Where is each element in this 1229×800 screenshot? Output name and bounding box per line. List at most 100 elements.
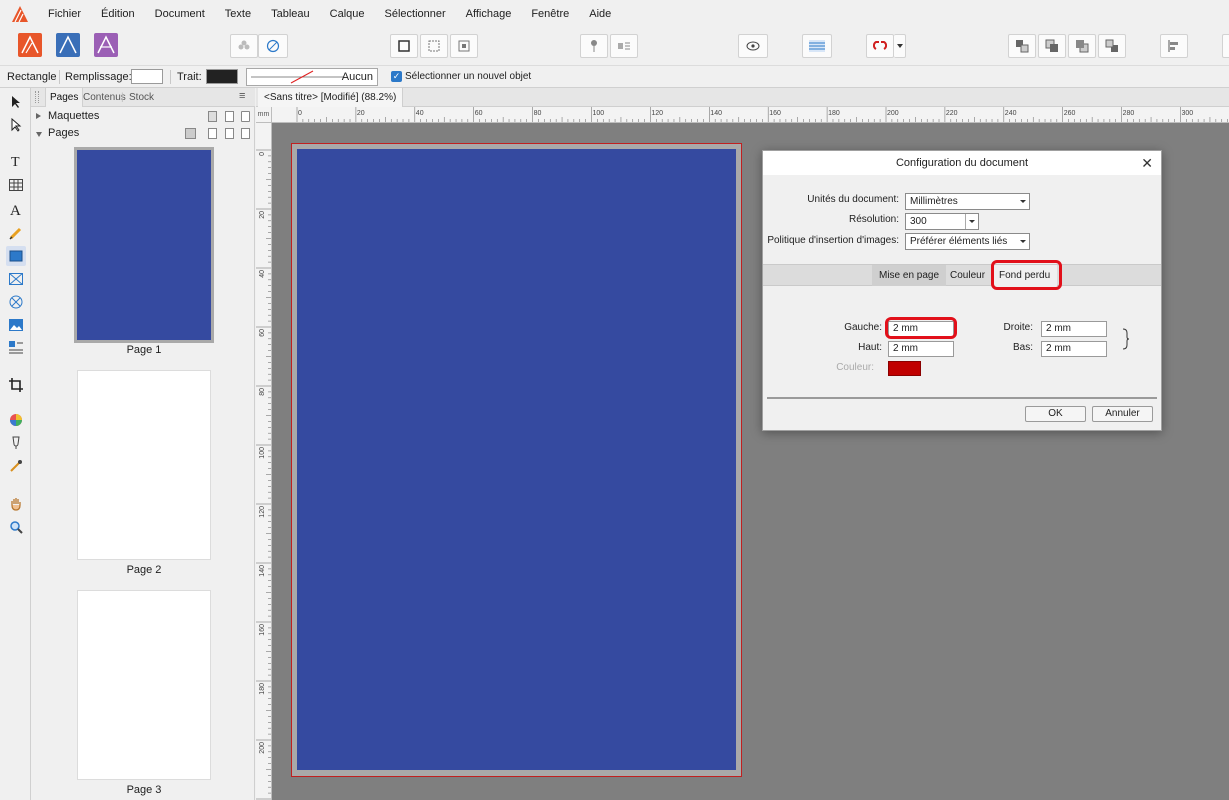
ruler-unit-label[interactable]: mm: [256, 107, 272, 123]
page-thumbnail-2[interactable]: Page 2: [77, 370, 211, 576]
view-mode-clip-icon[interactable]: [450, 34, 478, 58]
bleed-bottom-input[interactable]: 2 mm: [1041, 341, 1107, 357]
menu-document[interactable]: Document: [145, 0, 215, 28]
menu-texte[interactable]: Texte: [215, 0, 261, 28]
align-left-icon[interactable]: [1160, 34, 1188, 58]
menu-fichier[interactable]: Fichier: [38, 0, 91, 28]
panel-grip-icon[interactable]: [35, 91, 39, 103]
fill-swatch[interactable]: [131, 69, 163, 84]
select-new-object-checkbox[interactable]: ✓: [391, 71, 402, 82]
transparency-tool-icon[interactable]: [6, 433, 26, 453]
picture-frame-ellipse-icon[interactable]: [6, 292, 26, 312]
cancel-button[interactable]: Annuler: [1092, 406, 1153, 422]
pinning-tool-icon[interactable]: [6, 338, 26, 358]
bleed-color-swatch[interactable]: [888, 361, 921, 376]
menu-edition[interactable]: Édition: [91, 0, 145, 28]
hand-view-tool-icon[interactable]: [6, 494, 26, 514]
close-icon[interactable]: ✕: [1141, 151, 1153, 175]
picture-frame-rectangle-icon[interactable]: [6, 269, 26, 289]
stroke-swatch[interactable]: [206, 69, 238, 84]
duplicate-master-icon[interactable]: [225, 111, 234, 122]
text-wrap-icon[interactable]: [610, 34, 638, 58]
units-label: Unités du document:: [807, 194, 899, 205]
menu-calque[interactable]: Calque: [320, 0, 375, 28]
image-policy-dropdown[interactable]: Préférer éléments liés: [905, 233, 1030, 250]
page-blue-rectangle[interactable]: [297, 149, 736, 770]
view-mode-bleed-icon[interactable]: [420, 34, 448, 58]
menu-selectionner[interactable]: Sélectionner: [375, 0, 456, 28]
snapping-dropdown-chevron-down-icon[interactable]: [894, 34, 906, 58]
page-thumbnail-label: Page 1: [126, 344, 162, 356]
collapse-triangle-icon[interactable]: [36, 132, 42, 137]
vertical-ruler[interactable]: 020406080100120140160180200220: [256, 123, 272, 800]
node-tool-arrow-icon[interactable]: [6, 115, 26, 135]
expand-triangle-icon[interactable]: [36, 113, 41, 119]
menu-tableau[interactable]: Tableau: [261, 0, 320, 28]
delete-page-trash-icon[interactable]: [241, 128, 250, 139]
affinity-publisher-logo[interactable]: [12, 6, 28, 22]
masters-section-row[interactable]: Maquettes: [31, 108, 255, 125]
tab-couleur[interactable]: Couleur: [943, 265, 992, 286]
tab-pages[interactable]: Pages: [45, 88, 84, 107]
frame-text-tool-icon[interactable]: T: [6, 151, 26, 171]
menu-fenetre[interactable]: Fenêtre: [521, 0, 579, 28]
units-dropdown[interactable]: Millimètres: [905, 193, 1030, 210]
horizontal-ruler[interactable]: 0 20 40 60 80 100 120 140 160 180 200 220 240 260 280 3…: [272, 107, 1229, 123]
delete-master-trash-icon[interactable]: [241, 111, 250, 122]
add-master-icon[interactable]: [208, 111, 217, 122]
artistic-text-tool-icon[interactable]: A: [6, 199, 26, 219]
page-thumbnail-3[interactable]: Page 3: [77, 590, 211, 796]
crop-tool-icon[interactable]: [6, 375, 26, 395]
menu-affichage[interactable]: Affichage: [456, 0, 522, 28]
page-thumbnail-preview[interactable]: [77, 370, 211, 560]
ruler-tick-label: 0: [298, 110, 302, 117]
bleed-top-input[interactable]: 2 mm: [888, 341, 954, 357]
color-picker-icon[interactable]: [6, 456, 26, 476]
photo-persona-icon[interactable]: [54, 31, 82, 59]
flower-icon[interactable]: [230, 34, 258, 58]
arrange-forward-icon[interactable]: [1068, 34, 1096, 58]
tab-mise-en-page[interactable]: Mise en page: [872, 265, 947, 286]
ok-button[interactable]: OK: [1025, 406, 1086, 422]
designer-persona-icon[interactable]: [92, 31, 120, 59]
page-thumbnail-preview[interactable]: [77, 590, 211, 780]
link-bracket-icon[interactable]: [1121, 328, 1131, 350]
page-bleed-area[interactable]: [291, 143, 742, 777]
rectangle-tool-icon[interactable]: [6, 246, 26, 266]
transparency-icon[interactable]: [258, 34, 288, 58]
ruler-tick-label: 260: [1064, 110, 1076, 117]
page-thumbnail-preview[interactable]: [74, 147, 214, 343]
page-spread-icon[interactable]: [185, 128, 196, 139]
ruler-tick-label: 160: [769, 110, 781, 117]
resolution-dropdown[interactable]: 300: [905, 213, 979, 230]
add-page-icon[interactable]: [208, 128, 217, 139]
document-tab[interactable]: <Sans titre> [Modifié] (88.2%): [258, 88, 404, 107]
place-image-icon[interactable]: [6, 315, 26, 335]
pin-icon[interactable]: [580, 34, 608, 58]
snapping-magnet-icon[interactable]: [866, 34, 894, 58]
arrange-back-icon[interactable]: [1008, 34, 1036, 58]
arrange-backward-icon[interactable]: [1038, 34, 1066, 58]
pen-tool-icon[interactable]: [6, 223, 26, 243]
menu-aide[interactable]: Aide: [579, 0, 621, 28]
duplicate-page-icon[interactable]: [225, 128, 234, 139]
baseline-grid-icon[interactable]: [802, 34, 832, 58]
ruler-tick-label: 80: [534, 110, 542, 117]
ruler-tick-label: 240: [1005, 110, 1017, 117]
arrange-front-icon[interactable]: [1098, 34, 1126, 58]
pages-section-row[interactable]: Pages: [31, 125, 255, 142]
align-more-icon[interactable]: [1222, 34, 1229, 58]
fill-tool-color-wheel-icon[interactable]: [6, 410, 26, 430]
page-thumbnail-1[interactable]: Page 1: [74, 147, 214, 356]
zoom-tool-magnifier-icon[interactable]: [6, 517, 26, 537]
tab-stock[interactable]: Stock: [129, 88, 154, 107]
bleed-right-input[interactable]: 2 mm: [1041, 321, 1107, 337]
view-mode-normal-icon[interactable]: [390, 34, 418, 58]
publisher-persona-icon[interactable]: [16, 31, 44, 59]
stroke-style-dropdown[interactable]: Aucun: [246, 68, 378, 86]
tab-contenus[interactable]: Contenus: [83, 88, 126, 107]
table-tool-icon[interactable]: [6, 175, 26, 195]
move-tool-arrow-icon[interactable]: [6, 92, 26, 112]
panel-menu-icon[interactable]: ≡: [239, 88, 245, 105]
preview-eye-icon[interactable]: [738, 34, 768, 58]
